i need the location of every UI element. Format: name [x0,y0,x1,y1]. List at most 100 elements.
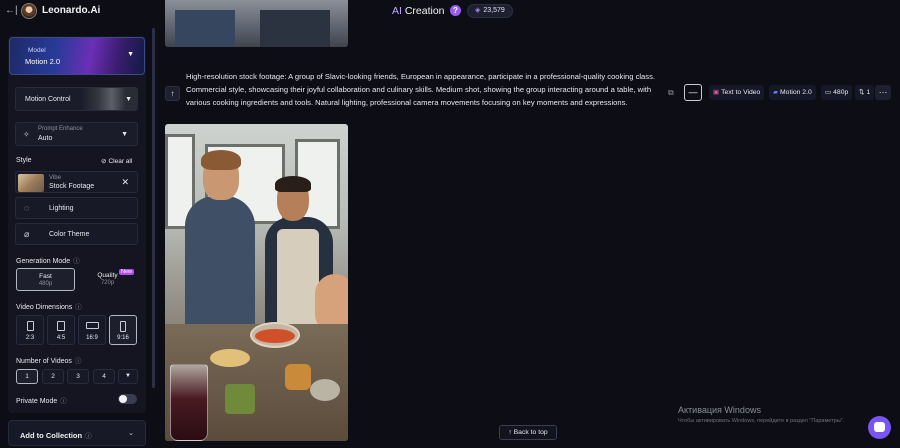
info-icon[interactable]: ⓘ [60,398,67,405]
clear-icon: ⊘ [101,158,107,165]
help-icon[interactable]: ? [450,5,461,16]
dimension-label: 2:3 [25,335,35,341]
video-dimensions-heading: Video Dimensions ⓘ [16,301,82,311]
support-chat-button[interactable] [868,416,891,439]
toggle-knob [119,395,127,403]
image-detail [285,364,311,390]
private-mode-label: Private Mode [16,398,58,405]
generation-prompt: High-resolution stock footage: A group o… [186,72,655,107]
videos-count-more-button[interactable]: ▼ [118,369,138,384]
dimension-2-3-button[interactable]: 2:3 [16,315,44,345]
color-theme-label: Color Theme [49,231,90,238]
ratio-icon [57,321,65,331]
info-icon[interactable]: ⓘ [85,433,92,440]
chevron-down-icon: ▼ [127,51,134,58]
ratio-icon [85,322,99,329]
clear-all-label: Clear all [108,158,133,165]
resolution-icon: ▭ [825,89,832,96]
chip-resolution: ▭ 480p [821,85,853,100]
info-icon[interactable]: ⓘ [73,258,80,265]
more-icon: … [878,85,888,95]
reuse-prompt-button[interactable]: ↑ [165,86,180,101]
collapse-button[interactable]: — [684,84,702,101]
image-detail [175,10,235,47]
dimension-label: 16:9 [86,335,98,341]
back-to-top-label: Back to top [513,429,548,436]
image-detail [310,379,340,401]
dimension-4-5-button[interactable]: 4:5 [47,315,75,345]
add-to-collection-label: Add to Collection ⓘ [20,430,92,440]
copy-icon[interactable]: ⧉ [668,88,677,97]
style-vibe-row[interactable]: Vibe Stock Footage ✕ [15,171,138,193]
windows-activation-title: Активация Windows [678,405,761,415]
page-title: AI Creation [392,5,445,17]
image-detail [201,150,241,170]
model-value: Motion 2.0 [25,57,61,66]
lightbulb-icon: ◌ [24,203,30,213]
dimension-label: 4:5 [56,335,66,341]
chip-model-label: Motion 2.0 [780,89,812,96]
number-of-videos-label: Number of Videos [16,358,72,365]
model-selector[interactable]: Model Motion 2.0 ▼ [9,37,145,75]
scrollbar-thumb[interactable] [152,28,155,388]
dimension-16-9-button[interactable]: 16:9 [78,315,106,345]
videos-count-3-button[interactable]: 3 [67,369,89,384]
chat-icon [874,422,885,432]
mode-fast-label: Fast [39,273,52,280]
dimension-9-16-button[interactable]: 9:16 [109,315,137,345]
dimension-label: 9:16 [117,335,129,341]
mode-fast-button[interactable]: Fast 480p [16,268,75,291]
brand-name[interactable]: Leonardo.Ai [42,5,100,16]
add-to-collection-select[interactable]: Add to Collection ⓘ ⌄ [8,420,146,446]
prompt-enhance-select[interactable]: ✧ Prompt Enhance Auto ▼ [15,122,138,146]
back-to-top-button[interactable]: ↑ Back to top [499,425,557,440]
videos-count-1-button[interactable]: 1 [16,369,38,384]
title-rest: Creation [401,5,445,17]
videos-count-4-button[interactable]: 4 [93,369,115,384]
image-person [185,150,255,346]
mode-quality-button[interactable]: New Quality 720p [78,268,137,291]
sparkle-icon: ✧ [23,130,30,139]
motion-control-select[interactable]: Motion Control ▼ [15,87,138,111]
chevron-down-icon: ⌄ [128,430,134,437]
style-lighting-row[interactable]: ◌ Lighting [15,197,138,219]
info-icon[interactable]: ⓘ [75,304,82,311]
image-detail [255,329,295,343]
previous-generation-image[interactable] [165,0,348,47]
more-options-button[interactable]: … [875,85,891,100]
image-detail [260,10,330,47]
mode-fast-res: 480p [38,281,53,287]
videos-count-2-button[interactable]: 2 [42,369,64,384]
image-detail [225,384,255,414]
credits-count: 23,579 [483,7,505,14]
chevron-down-icon: ▼ [121,131,128,138]
chip-resolution-label: 480p [833,89,849,96]
private-mode-toggle[interactable] [118,394,137,404]
windows-activation-subtitle: Чтобы активировать Windows, перейдите в … [678,418,845,424]
chevron-down-icon: ▼ [125,96,132,103]
model-icon: ▰ [773,89,778,96]
generation-mode-heading: Generation Mode ⓘ [16,255,80,265]
generated-video-thumbnail[interactable] [165,124,348,441]
sidebar-scrollbar[interactable] [152,28,155,388]
new-badge: New [118,269,134,275]
credits-badge[interactable]: ◈ 23,579 [467,4,513,18]
clear-all-button[interactable]: ⊘ Clear all [101,157,132,165]
image-detail [275,176,311,192]
vibe-label: Vibe [49,175,61,181]
arrow-up-icon: ↑ [170,89,175,98]
mode-quality-res: 720p [100,280,115,286]
avatar[interactable] [21,3,37,19]
chip-count-label: 1 [866,89,871,96]
number-of-videos-heading: Number of Videos ⓘ [16,355,81,365]
style-color-theme-row[interactable]: ⌀ Color Theme [15,223,138,245]
add-to-collection-text: Add to Collection [20,431,83,440]
private-mode-heading: Private Mode ⓘ [16,395,67,405]
info-icon[interactable]: ⓘ [75,358,82,365]
motion-control-label: Motion Control [25,96,71,103]
remove-vibe-icon[interactable]: ✕ [121,177,129,188]
collapse-sidebar-icon[interactable]: ←| [5,5,18,16]
count-icon: ⇅ [859,89,865,96]
palette-icon: ⌀ [24,229,30,239]
chip-generation-type: ▣ Text to Video [709,85,765,100]
